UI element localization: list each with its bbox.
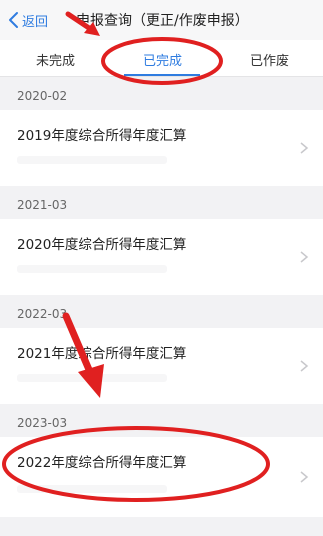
- active-tab-indicator: [124, 74, 200, 76]
- page-title: 申报查询（更正/作废申报）: [76, 13, 249, 29]
- chevron-right-icon: [300, 251, 309, 263]
- tab-voided[interactable]: 已作废: [250, 50, 289, 69]
- group-date: 2022-03: [17, 307, 68, 321]
- back-button[interactable]: 返回: [6, 10, 48, 30]
- record-title: 2019年度综合所得年度汇算: [17, 128, 187, 144]
- back-label: 返回: [22, 14, 49, 30]
- navigation-bar: 返回 申报查询（更正/作废申报）: [0, 0, 323, 40]
- record-detail-placeholder: [17, 485, 167, 493]
- group-date-header: 2023-03: [0, 409, 323, 437]
- group-date-header: 2020-02: [0, 82, 323, 110]
- record-title: 2021年度综合所得年度汇算: [17, 346, 187, 362]
- chevron-right-icon: [300, 471, 309, 483]
- record-title: 2022年度综合所得年度汇算: [17, 455, 187, 471]
- record-detail-placeholder: [17, 374, 167, 382]
- declaration-record-item[interactable]: 2022年度综合所得年度汇算: [0, 437, 323, 517]
- declaration-record-item[interactable]: 2019年度综合所得年度汇算: [0, 110, 323, 186]
- chevron-right-icon: [300, 360, 309, 372]
- record-detail-placeholder: [17, 265, 167, 273]
- group-date-header: 2022-03: [0, 300, 323, 328]
- status-tabs: 未完成 已完成 已作废: [0, 40, 323, 77]
- declaration-record-item[interactable]: 2021年度综合所得年度汇算: [0, 328, 323, 404]
- group-date: 2023-03: [17, 416, 68, 430]
- record-title: 2020年度综合所得年度汇算: [17, 237, 187, 253]
- chevron-left-icon: [9, 12, 18, 28]
- tab-incomplete[interactable]: 未完成: [36, 50, 75, 69]
- group-date: 2021-03: [17, 198, 68, 212]
- group-date: 2020-02: [17, 89, 68, 103]
- tab-completed[interactable]: 已完成: [143, 50, 182, 69]
- declaration-record-item[interactable]: 2020年度综合所得年度汇算: [0, 219, 323, 295]
- record-detail-placeholder: [17, 156, 167, 164]
- chevron-right-icon: [300, 142, 309, 154]
- group-date-header: 2021-03: [0, 191, 323, 219]
